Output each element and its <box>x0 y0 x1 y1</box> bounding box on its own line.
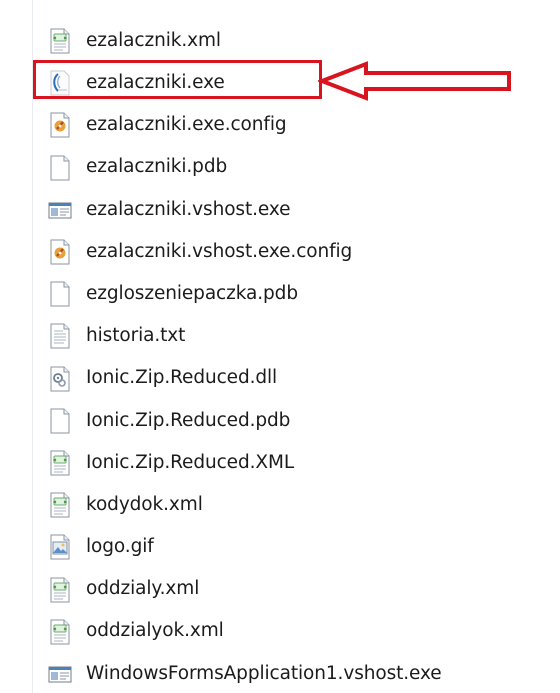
blank-file-icon <box>50 408 70 434</box>
file-row-ezalaczniki-vshost-exe-config[interactable]: ezalaczniki.vshost.exe.config <box>48 231 548 273</box>
config-file-icon <box>50 239 70 265</box>
file-name: oddzialy.xml <box>86 578 200 600</box>
file-row-kodydok-xml[interactable]: kodydok.xml <box>48 484 548 526</box>
pointer-arrow-icon <box>318 61 511 101</box>
image-file-icon <box>50 534 70 560</box>
file-name: WindowsFormsApplication1.vshost.exe <box>86 662 442 684</box>
file-name: Ionic.Zip.Reduced.pdb <box>86 409 291 431</box>
file-row-ionic-zip-reduced-dll[interactable]: Ionic.Zip.Reduced.dll <box>48 358 548 400</box>
file-row-ionic-zip-reduced-xml[interactable]: Ionic.Zip.Reduced.XML <box>48 442 548 484</box>
file-name: ezgloszeniepaczka.pdb <box>86 282 298 304</box>
file-name: ezalaczniki.pdb <box>86 156 228 178</box>
file-row-ezalacznik-xml[interactable]: ezalacznik.xml <box>48 20 548 62</box>
file-name: historia.txt <box>86 325 186 347</box>
file-name: ezalacznik.xml <box>86 29 221 51</box>
file-name: ezalaczniki.vshost.exe <box>86 198 291 220</box>
file-name: oddzialyok.xml <box>86 620 224 642</box>
file-list: ezalacznik.xml ezalaczniki.exe ezalaczni… <box>48 20 548 693</box>
file-name: Ionic.Zip.Reduced.XML <box>86 451 295 473</box>
xml-document-icon <box>50 450 70 476</box>
highlight-box <box>33 60 322 99</box>
file-row-ezalaczniki-exe-config[interactable]: ezalaczniki.exe.config <box>48 104 548 146</box>
pane-divider <box>32 0 33 693</box>
file-row-windowsformsapplication1-vshost-exe[interactable]: WindowsFormsApplication1.vshost.exe <box>48 653 548 693</box>
file-row-ezalaczniki-pdb[interactable]: ezalaczniki.pdb <box>48 147 548 189</box>
xml-document-icon <box>50 619 70 645</box>
file-name: ezalaczniki.exe.config <box>86 114 287 136</box>
window-exe-icon <box>48 666 72 683</box>
file-row-ezgloszeniepaczka-pdb[interactable]: ezgloszeniepaczka.pdb <box>48 273 548 315</box>
file-name: logo.gif <box>86 536 154 558</box>
file-name: Ionic.Zip.Reduced.dll <box>86 367 278 389</box>
file-name: kodydok.xml <box>86 493 203 515</box>
file-row-historia-txt[interactable]: historia.txt <box>48 315 548 357</box>
xml-document-icon <box>50 492 70 518</box>
file-row-logo-gif[interactable]: logo.gif <box>48 526 548 568</box>
xml-document-icon <box>50 28 70 54</box>
file-row-oddzialyok-xml[interactable]: oddzialyok.xml <box>48 611 548 653</box>
file-row-oddzialy-xml[interactable]: oddzialy.xml <box>48 568 548 610</box>
blank-file-icon <box>50 281 70 307</box>
text-file-icon <box>50 323 70 349</box>
dll-file-icon <box>50 366 70 392</box>
file-row-ionic-zip-reduced-pdb[interactable]: Ionic.Zip.Reduced.pdb <box>48 400 548 442</box>
file-row-ezalaczniki-vshost-exe[interactable]: ezalaczniki.vshost.exe <box>48 189 548 231</box>
file-name: ezalaczniki.vshost.exe.config <box>86 240 353 262</box>
blank-file-icon <box>50 155 70 181</box>
xml-document-icon <box>50 577 70 603</box>
window-exe-icon <box>48 202 72 219</box>
config-file-icon <box>50 112 70 138</box>
